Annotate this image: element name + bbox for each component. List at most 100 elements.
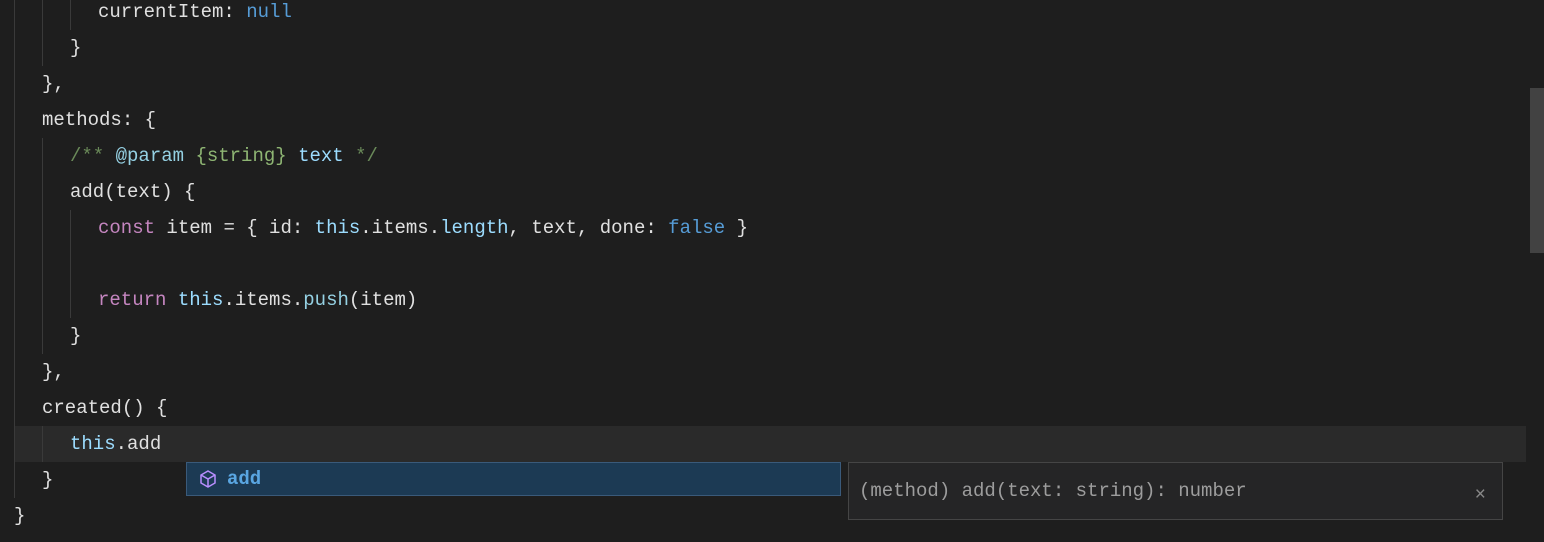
code-line-content: currentItem: null bbox=[14, 1, 292, 23]
code-token bbox=[184, 145, 195, 167]
indent-guide bbox=[42, 0, 43, 30]
code-token: } bbox=[725, 217, 748, 239]
code-token: (item) bbox=[349, 289, 417, 311]
code-token: }, bbox=[42, 73, 65, 95]
code-token: this bbox=[178, 289, 224, 311]
code-token: {string} bbox=[195, 145, 286, 167]
code-token bbox=[287, 145, 298, 167]
indent-guide bbox=[70, 0, 71, 30]
code-token: () { bbox=[122, 397, 168, 419]
indent-guide bbox=[70, 210, 71, 246]
code-line-content: } bbox=[14, 469, 53, 491]
code-line[interactable]: add(text) { bbox=[14, 174, 1544, 210]
code-line-content: const item = { id: this.items.length, te… bbox=[14, 217, 748, 239]
code-token: this bbox=[315, 217, 361, 239]
code-line[interactable]: currentItem: null bbox=[14, 0, 1544, 30]
code-token: . bbox=[116, 433, 127, 455]
indent-guide bbox=[42, 318, 43, 354]
code-token: /** bbox=[70, 145, 116, 167]
code-line-content: created() { bbox=[14, 397, 167, 419]
code-token: } bbox=[42, 469, 53, 491]
code-token: text bbox=[298, 145, 344, 167]
code-line[interactable]: const item = { id: this.items.length, te… bbox=[14, 210, 1544, 246]
indent-guide bbox=[42, 246, 43, 282]
code-line-content: this.add bbox=[14, 433, 161, 455]
code-token: } bbox=[70, 37, 81, 59]
autocomplete-popup[interactable]: add bbox=[186, 462, 841, 496]
code-token: } bbox=[70, 325, 81, 347]
code-line[interactable]: this.add bbox=[14, 426, 1544, 462]
autocomplete-item-label: add bbox=[227, 461, 261, 497]
code-token: } bbox=[14, 505, 25, 527]
code-line[interactable] bbox=[14, 246, 1544, 282]
code-token: created bbox=[42, 397, 122, 419]
code-token: add bbox=[70, 181, 104, 203]
code-token: const bbox=[98, 217, 155, 239]
code-token: currentItem bbox=[98, 1, 223, 23]
indent-guide bbox=[14, 66, 15, 102]
code-line-content: }, bbox=[14, 73, 65, 95]
code-line-content: } bbox=[14, 37, 81, 59]
code-token: .items. bbox=[360, 217, 440, 239]
indent-guide bbox=[14, 0, 15, 30]
code-line-content: /** @param {string} text */ bbox=[14, 145, 378, 167]
indent-guide bbox=[42, 138, 43, 174]
code-token bbox=[166, 289, 177, 311]
indent-guide bbox=[14, 390, 15, 426]
method-cube-icon bbox=[199, 470, 217, 488]
indent-guide bbox=[42, 426, 43, 462]
indent-guide bbox=[14, 102, 15, 138]
code-line[interactable]: methods: { bbox=[14, 102, 1544, 138]
editor-gutter bbox=[0, 0, 14, 542]
code-token: this bbox=[70, 433, 116, 455]
code-line[interactable]: /** @param {string} text */ bbox=[14, 138, 1544, 174]
code-line[interactable]: } bbox=[14, 318, 1544, 354]
scrollbar-track[interactable] bbox=[1530, 0, 1544, 542]
code-token: ( bbox=[104, 181, 115, 203]
code-token: .items. bbox=[223, 289, 303, 311]
current-line-highlight bbox=[14, 426, 1526, 462]
code-token: item bbox=[155, 217, 223, 239]
signature-hint-text: (method) add(text: string): number bbox=[859, 473, 1469, 509]
code-token: push bbox=[303, 289, 349, 311]
indent-guide bbox=[42, 210, 43, 246]
code-line[interactable]: }, bbox=[14, 66, 1544, 102]
indent-guide bbox=[42, 30, 43, 66]
indent-guide bbox=[14, 210, 15, 246]
indent-guide bbox=[14, 138, 15, 174]
close-icon[interactable]: × bbox=[1469, 477, 1492, 513]
code-line[interactable]: }, bbox=[14, 354, 1544, 390]
indent-guide bbox=[14, 30, 15, 66]
scrollbar-thumb[interactable] bbox=[1530, 88, 1544, 253]
indent-guide bbox=[70, 282, 71, 318]
code-token: : bbox=[223, 1, 246, 23]
code-line[interactable]: return this.items.push(item) bbox=[14, 282, 1544, 318]
indent-guide bbox=[14, 318, 15, 354]
code-token: add bbox=[127, 433, 161, 455]
indent-guide bbox=[42, 282, 43, 318]
indent-guide bbox=[14, 174, 15, 210]
code-line-content: return this.items.push(item) bbox=[14, 289, 417, 311]
code-token: ) { bbox=[161, 181, 195, 203]
indent-guide bbox=[70, 246, 71, 282]
code-token: false bbox=[668, 217, 725, 239]
code-token: @param bbox=[116, 145, 184, 167]
code-token: methods bbox=[42, 109, 122, 131]
indent-guide bbox=[14, 246, 15, 282]
code-token: return bbox=[98, 289, 166, 311]
code-line[interactable]: created() { bbox=[14, 390, 1544, 426]
code-token: null bbox=[246, 1, 292, 23]
indent-guide bbox=[42, 174, 43, 210]
signature-hint-popup: (method) add(text: string): number × bbox=[848, 462, 1503, 520]
code-token: }, bbox=[42, 361, 65, 383]
indent-guide bbox=[14, 462, 15, 498]
code-editor[interactable]: currentItem: null}}, methods: { /** @param… bbox=[14, 0, 1544, 534]
code-line-content: } bbox=[14, 505, 25, 527]
indent-guide bbox=[14, 426, 15, 462]
code-line[interactable]: } bbox=[14, 30, 1544, 66]
code-line-content bbox=[14, 253, 98, 275]
code-line-content: } bbox=[14, 325, 81, 347]
code-line-content: }, bbox=[14, 361, 65, 383]
indent-guide bbox=[14, 282, 15, 318]
code-token: = bbox=[223, 217, 234, 239]
